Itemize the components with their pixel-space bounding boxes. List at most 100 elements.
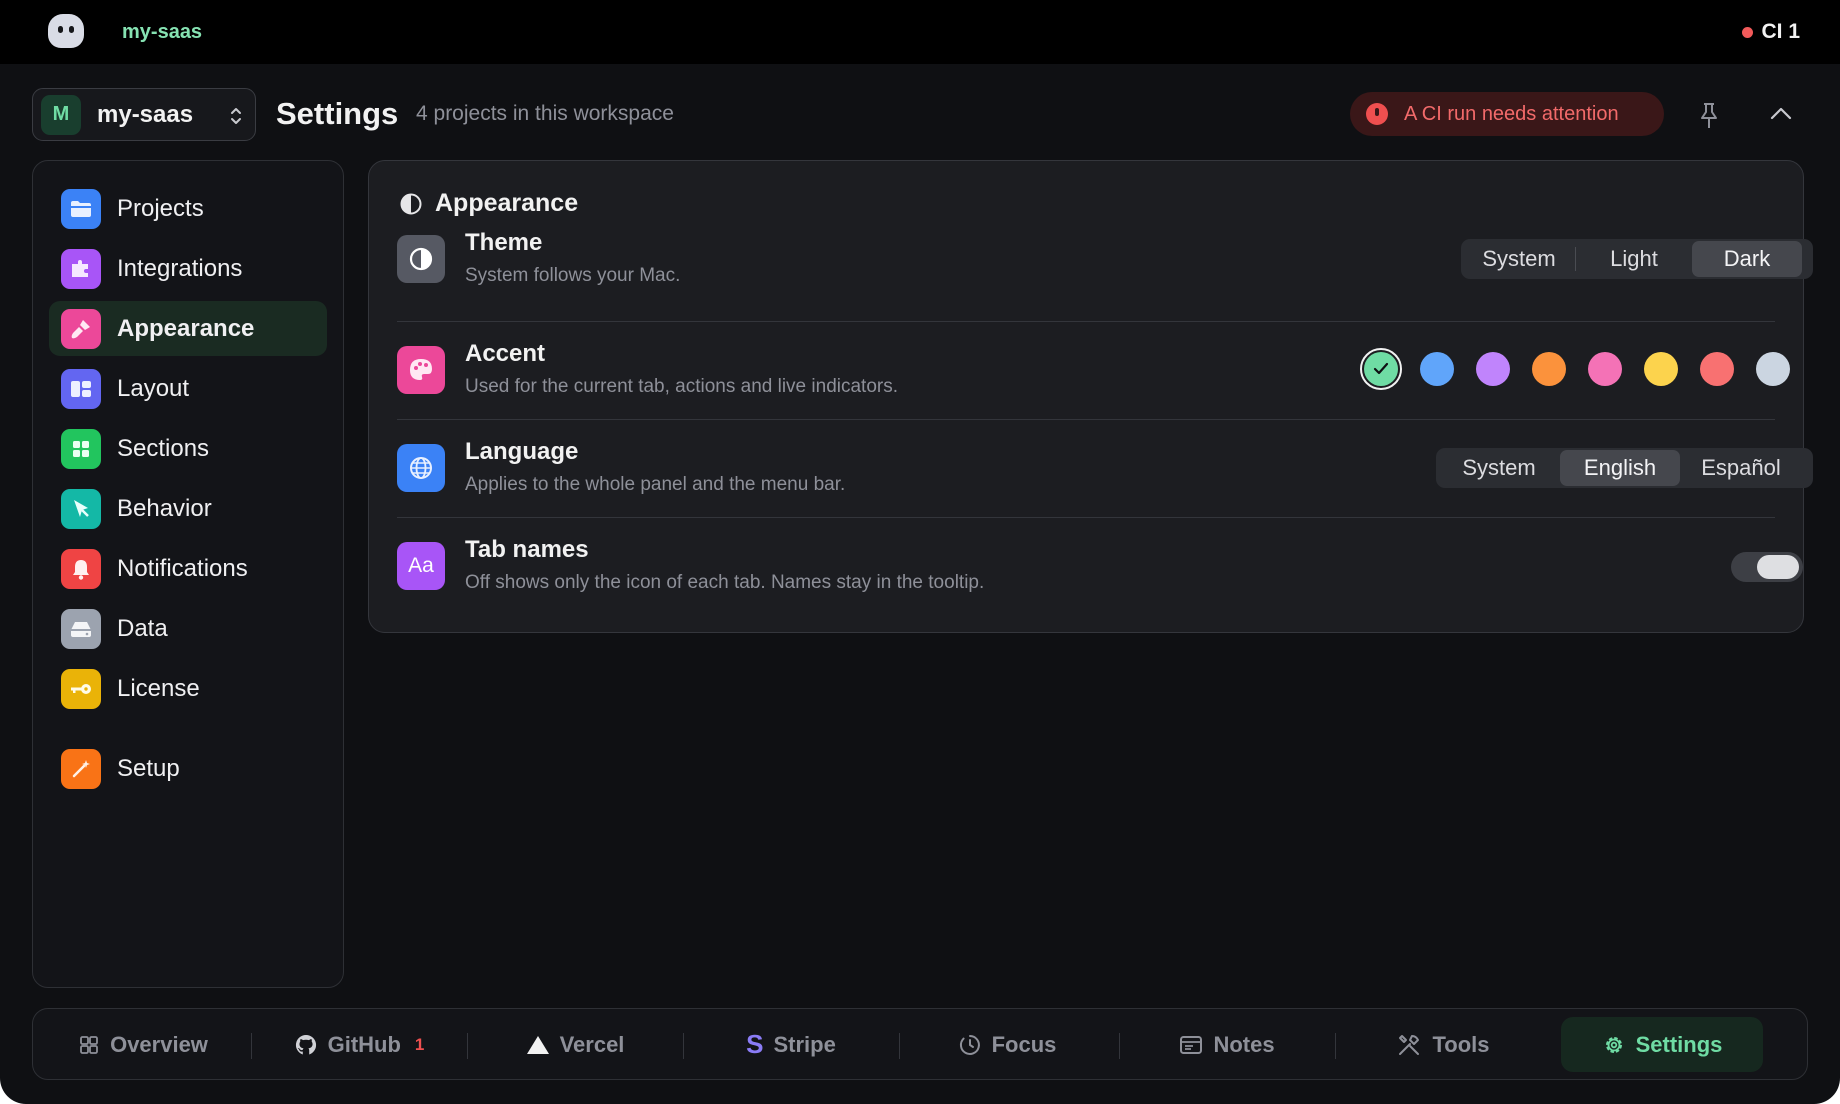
accent-swatch-red[interactable] (1696, 348, 1738, 390)
accent-color-dot (1700, 352, 1734, 386)
alert-icon (1366, 103, 1388, 125)
theme-option-system[interactable]: System (1463, 241, 1575, 277)
globe-icon (397, 444, 445, 492)
language-option-english[interactable]: English (1560, 450, 1680, 486)
tab-divider (1119, 1033, 1120, 1059)
language-segmented-control: System English Español (1436, 448, 1813, 488)
tab-divider (899, 1033, 900, 1059)
tab-names-description: Off shows only the icon of each tab. Nam… (465, 572, 985, 593)
tab-label: Notes (1213, 1031, 1275, 1057)
theme-option-dark[interactable]: Dark (1692, 241, 1802, 277)
layout-icon (61, 368, 101, 409)
sidebar-item-notifications[interactable]: Notifications (49, 541, 327, 596)
tab-divider (251, 1033, 252, 1059)
tab-tools[interactable]: Tools (1353, 1017, 1533, 1072)
accent-swatch-gray[interactable] (1752, 348, 1794, 390)
accent-description: Used for the current tab, actions and li… (465, 376, 899, 397)
tab-vercel[interactable]: Vercel (485, 1017, 665, 1072)
brush-icon (61, 308, 101, 349)
accent-row: Accent Used for the current tab, actions… (397, 321, 1790, 419)
tab-stripe[interactable]: S Stripe (701, 1017, 881, 1072)
tab-settings[interactable]: Settings (1561, 1017, 1763, 1072)
key-icon (61, 668, 101, 709)
tab-focus[interactable]: Focus (917, 1017, 1097, 1072)
sidebar-item-sections[interactable]: Sections (49, 421, 327, 476)
theme-option-light[interactable]: Light (1576, 241, 1692, 277)
sidebar-item-appearance[interactable]: Appearance (49, 301, 327, 356)
accent-swatch-purple[interactable] (1472, 348, 1514, 390)
accent-swatch-yellow[interactable] (1640, 348, 1682, 390)
sidebar-item-integrations[interactable]: Integrations (49, 241, 327, 296)
sidebar-item-license[interactable]: License (49, 661, 327, 716)
language-row: Language Applies to the whole panel and … (397, 419, 1813, 517)
tab-label: Tools (1432, 1031, 1490, 1057)
gear-icon (1605, 1036, 1622, 1053)
tab-label: Focus (991, 1031, 1057, 1057)
accent-color-dot (1532, 352, 1566, 386)
theme-description: System follows your Mac. (465, 265, 681, 286)
theme-title: Theme (465, 229, 543, 256)
sidebar-item-setup[interactable]: Setup (49, 741, 327, 796)
accent-color-dot (1420, 352, 1454, 386)
grid-icon (80, 1035, 98, 1054)
accent-swatch-mint[interactable] (1360, 348, 1402, 390)
accent-swatch-pink[interactable] (1584, 348, 1626, 390)
chevron-up-icon[interactable] (1770, 106, 1792, 120)
checkmark-icon (1373, 362, 1389, 375)
language-title: Language (465, 438, 579, 465)
tools-icon (1399, 1034, 1420, 1055)
sidebar-item-label: Integrations (117, 254, 243, 282)
tab-label: Stripe (773, 1031, 836, 1057)
language-option-system[interactable]: System (1438, 450, 1560, 486)
contrast-icon (397, 235, 445, 283)
sidebar-item-projects[interactable]: Projects (49, 181, 327, 236)
tab-label: GitHub (327, 1031, 401, 1057)
menu-bar: my-saas CI 1 (0, 0, 1840, 64)
language-description: Applies to the whole panel and the menu … (465, 474, 846, 495)
sidebar-item-label: Behavior (117, 494, 212, 522)
tab-notes[interactable]: Notes (1137, 1017, 1317, 1072)
tab-names-title: Tab names (465, 536, 589, 563)
sidebar-item-behavior[interactable]: Behavior (49, 481, 327, 536)
workspace-badge: M (41, 94, 81, 135)
page-title: Settings (276, 96, 399, 131)
tab-names-row: Aa Tab names Off shows only the icon of … (397, 517, 1803, 615)
ci-status-indicator[interactable]: CI 1 (1742, 20, 1800, 44)
tab-label: Settings (1635, 1031, 1723, 1057)
chevron-up-down-icon (231, 108, 241, 124)
ci-status-dot-icon (1742, 26, 1754, 38)
ci-alert-label: A CI run needs attention (1404, 102, 1619, 125)
sidebar-item-data[interactable]: Data (49, 601, 327, 656)
pin-icon[interactable] (1697, 101, 1721, 131)
tab-github[interactable]: GitHub 1 (269, 1017, 449, 1072)
tab-names-toggle[interactable] (1731, 552, 1803, 582)
wand-icon (61, 748, 101, 789)
notes-icon (1180, 1035, 1203, 1054)
ci-alert-button[interactable]: A CI run needs attention (1350, 92, 1664, 136)
workspace-switcher[interactable]: M my-saas (32, 88, 256, 141)
stripe-icon: S (746, 1029, 764, 1059)
triangle-icon (526, 1035, 549, 1054)
mascot-icon[interactable] (48, 14, 84, 48)
tab-divider (683, 1033, 684, 1059)
appearance-panel: Appearance Theme System follows your Mac… (368, 160, 1813, 633)
github-count-badge: 1 (414, 1034, 425, 1054)
header: M my-saas Settings 4 projects in this wo… (0, 64, 1840, 164)
accent-swatch-orange[interactable] (1528, 348, 1570, 390)
accent-swatch-blue[interactable] (1416, 348, 1458, 390)
drive-icon (61, 608, 101, 649)
app-window: my-saas CI 1 M my-saas Settings 4 projec… (0, 0, 1840, 1104)
sidebar-item-label: Sections (117, 434, 210, 462)
tab-divider (1335, 1033, 1336, 1059)
sidebar-item-label: Appearance (117, 314, 255, 342)
github-icon (295, 1034, 316, 1054)
accent-color-dot (1644, 352, 1678, 386)
palette-icon (397, 346, 445, 394)
accent-title: Accent (465, 340, 546, 367)
sidebar-item-layout[interactable]: Layout (49, 361, 327, 416)
tab-divider (467, 1033, 468, 1059)
tab-overview[interactable]: Overview (53, 1017, 233, 1072)
cursor-icon (61, 488, 101, 529)
sidebar-item-label: Setup (117, 754, 180, 782)
language-option-espanol[interactable]: Español (1680, 450, 1802, 486)
